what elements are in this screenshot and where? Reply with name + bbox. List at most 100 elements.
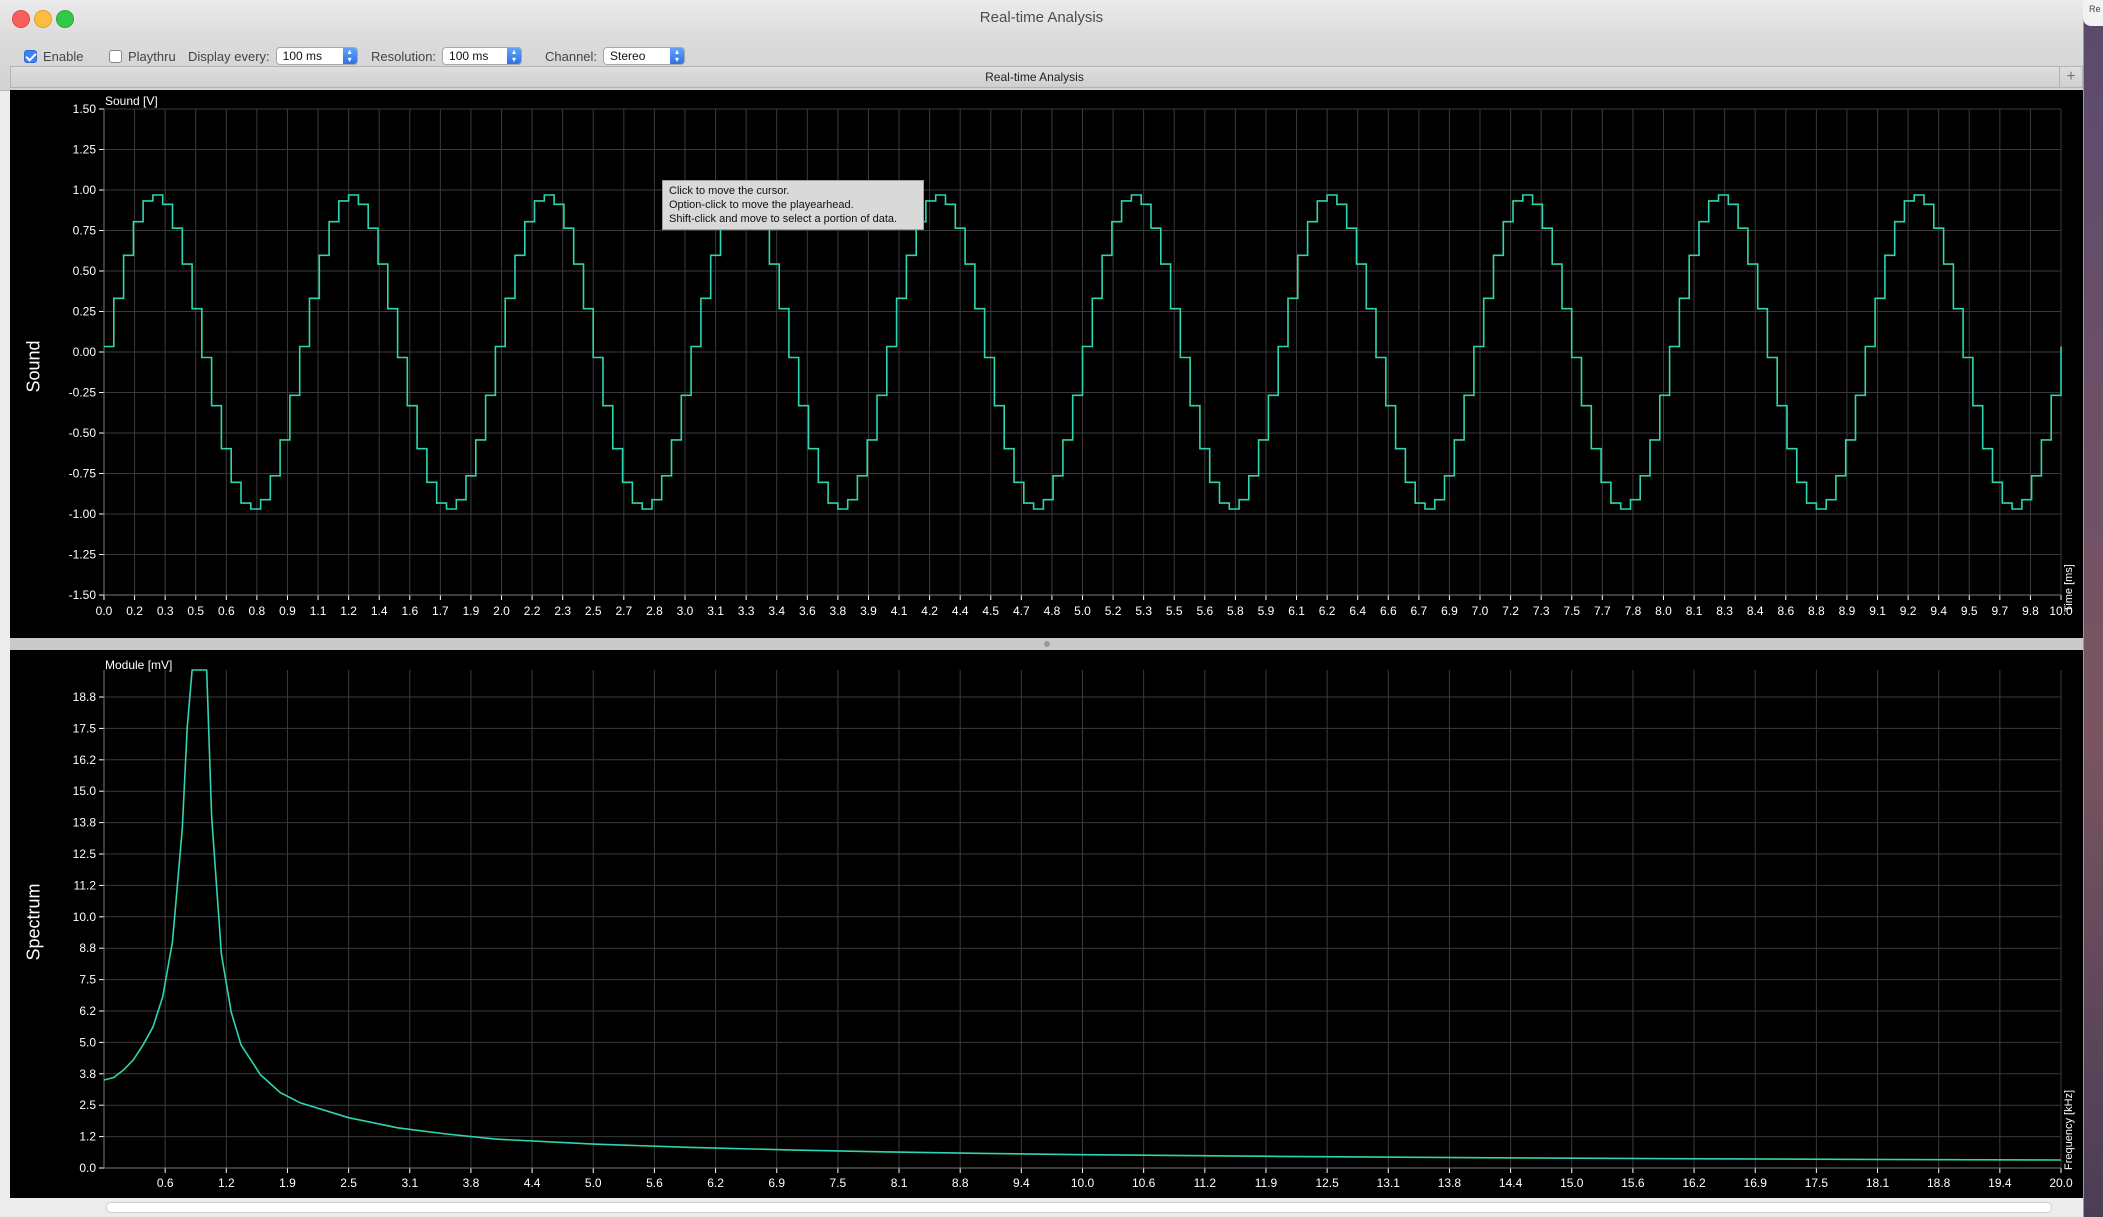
playthru-control[interactable]: Playthru (109, 45, 176, 67)
spectrum-chart[interactable]: 0.6 1.2 1.9 2.5 3.1 3.8 4.4 5.0 5.6 6.2 6.9 7.5 8.1 8… (10, 650, 2083, 1198)
x-tick-label: 0.6 (218, 604, 235, 618)
x-tick-label: 5.5 (1166, 604, 1183, 618)
x-tick-label: 7.0 (1472, 604, 1489, 618)
enable-label[interactable]: Enable (43, 49, 83, 64)
x-tick-label: 2.0 (493, 604, 510, 618)
display-every-select[interactable]: 100 ms ▴ ▾ (275, 47, 358, 65)
x-tick-label: 7.7 (1594, 604, 1611, 618)
enable-control[interactable]: Enable (24, 45, 83, 67)
x-tick-label: 1.2 (218, 1176, 235, 1190)
x-tick-label: 8.8 (952, 1176, 969, 1190)
x-tick-label: 5.6 (1196, 604, 1213, 618)
x-tick-label: 1.6 (401, 604, 418, 618)
playthru-checkbox[interactable] (109, 49, 122, 63)
x-tick-label: 8.1 (891, 1176, 908, 1190)
x-tick-label: 4.4 (952, 604, 969, 618)
x-tick-label: 0.9 (279, 604, 296, 618)
x-tick-label: 2.3 (554, 604, 571, 618)
x-tick-label: 5.2 (1105, 604, 1122, 618)
y-tick-label: 0.75 (73, 224, 97, 238)
x-tick-label: 6.2 (1319, 604, 1336, 618)
stepper-arrows-icon: ▴ ▾ (670, 48, 685, 64)
x-tick-label: 19.4 (1988, 1176, 2012, 1190)
resolution-select[interactable]: 100 ms ▴ ▾ (442, 47, 523, 65)
x-tick-label: 1.9 (463, 604, 480, 618)
y-tick-label: -0.75 (69, 467, 97, 481)
x-tick-label: 1.2 (340, 604, 357, 618)
x-tick-label: 7.5 (830, 1176, 847, 1190)
x-tick-label: 6.9 (1441, 604, 1458, 618)
display-every-control: Display every: 100 ms ▴ ▾ (188, 45, 358, 67)
x-tick-label: 6.2 (707, 1176, 724, 1190)
x-tick-label: 9.5 (1961, 604, 1978, 618)
y-tick-label: 16.2 (73, 753, 97, 767)
x-tick-label: 4.7 (1013, 604, 1030, 618)
spectrum-chart-pane[interactable]: Spectrum Module [mV] Frequency [kHz] 0.6… (10, 650, 2083, 1198)
x-tick-label: 8.1 (1686, 604, 1703, 618)
x-tick-label: 9.4 (1013, 1176, 1030, 1190)
y-tick-label: 0.0 (79, 1161, 96, 1175)
x-tick-label: 14.4 (1499, 1176, 1523, 1190)
x-tick-label: 3.8 (830, 604, 847, 618)
x-tick-label: 13.8 (1438, 1176, 1462, 1190)
x-tick-label: 2.5 (340, 1176, 357, 1190)
sound-chart[interactable]: 0.0 0.2 0.3 0.5 0.6 0.8 0.9 1.1 1.2 1.4 1.6 1.7 1.9 2… (10, 90, 2083, 638)
x-tick-label: 4.1 (891, 604, 908, 618)
x-tick-label: 4.4 (524, 1176, 541, 1190)
x-tick-label: 3.4 (768, 604, 785, 618)
channel-select[interactable]: Stereo ▴ ▾ (603, 47, 686, 65)
x-tick-label: 0.6 (157, 1176, 174, 1190)
y-tick-label: 1.50 (73, 102, 97, 116)
tab-real-time-analysis[interactable]: Real-time Analysis (11, 70, 2058, 84)
x-tick-label: 7.5 (1563, 604, 1580, 618)
y-tick-label: 11.2 (74, 878, 97, 892)
y-tick-label: 13.8 (73, 816, 97, 830)
x-tick-label: 15.6 (1621, 1176, 1645, 1190)
playthru-label[interactable]: Playthru (128, 49, 176, 64)
channel-value: Stereo (610, 49, 646, 63)
y-tick-label: 1.2 (79, 1130, 96, 1144)
title-bar: Real-time Analysis (0, 0, 2083, 36)
enable-checkbox[interactable] (24, 49, 37, 63)
x-tick-label: 2.8 (646, 604, 663, 618)
x-tick-label: 5.9 (1258, 604, 1275, 618)
sound-chart-pane[interactable]: Sound Sound [V] Time [ms] 0.0 0.2 0.3 0.5 0.… (10, 90, 2083, 638)
x-tick-label: 9.2 (1900, 604, 1917, 618)
window-title: Real-time Analysis (979, 9, 1104, 26)
y-tick-label: 0.25 (73, 305, 97, 319)
x-tick-label: 9.1 (1869, 604, 1886, 618)
x-tick-label: 10.0 (2049, 604, 2073, 618)
x-tick-label: 9.8 (2022, 604, 2039, 618)
x-tick-label: 5.0 (1074, 604, 1091, 618)
x-tick-label: 5.8 (1227, 604, 1244, 618)
x-tick-label: 8.8 (1808, 604, 1825, 618)
y-tick-label: 17.5 (73, 721, 97, 735)
x-tick-label: 16.9 (1744, 1176, 1768, 1190)
x-tick-label: 3.9 (860, 604, 877, 618)
x-tick-label: 9.7 (1992, 604, 2009, 618)
x-tick-label: 3.1 (707, 604, 724, 618)
x-tick-label: 9.4 (1930, 604, 1947, 618)
tooltip-line: Click to move the cursor. (669, 185, 790, 197)
scrollbar-thumb[interactable] (106, 1202, 2052, 1213)
y-tick-label: 7.5 (79, 973, 96, 987)
x-tick-label: 12.5 (1315, 1176, 1339, 1190)
x-tick-label: 5.6 (646, 1176, 663, 1190)
add-tab-button[interactable]: + (2059, 67, 2082, 87)
y-tick-label: -1.00 (69, 507, 97, 521)
x-tick-label: 2.5 (585, 604, 602, 618)
x-tick-label: 8.3 (1716, 604, 1733, 618)
y-tick-label: -1.25 (69, 548, 97, 562)
tooltip-line: Shift-click and move to select a portion… (669, 213, 898, 225)
x-tick-label: 6.1 (1288, 604, 1305, 618)
x-tick-label: 3.6 (799, 604, 816, 618)
x-tick-label: 0.2 (126, 604, 143, 618)
x-tick-label: 6.6 (1380, 604, 1397, 618)
divider-handle-icon[interactable] (1044, 641, 1050, 647)
horizontal-scrollbar[interactable] (10, 1198, 2083, 1217)
x-tick-label: 3.8 (463, 1176, 480, 1190)
x-tick-label: 17.5 (1805, 1176, 1829, 1190)
x-tick-label: 10.0 (1071, 1176, 1095, 1190)
resolution-control: Resolution: 100 ms ▴ ▾ (371, 45, 523, 67)
pane-divider[interactable] (10, 638, 2083, 650)
